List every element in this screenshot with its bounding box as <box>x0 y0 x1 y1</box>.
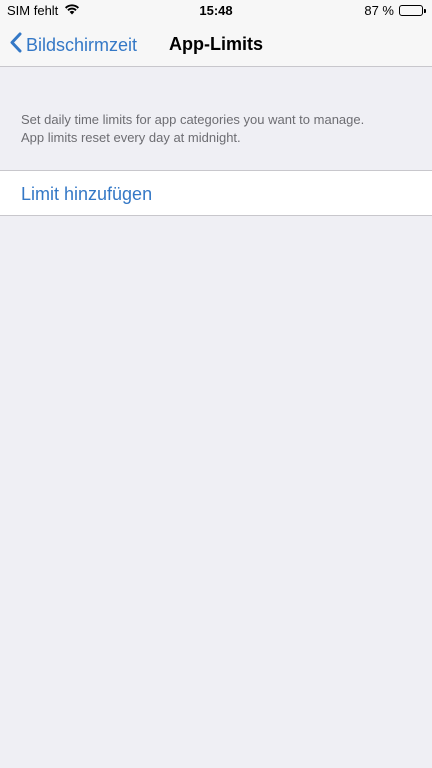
battery-percent: 87 % <box>364 3 394 18</box>
status-right: 87 % <box>364 3 426 18</box>
add-limit-label: Limit hinzufügen <box>21 184 153 204</box>
description-line-1: Set daily time limits for app categories… <box>21 112 365 127</box>
description-text: Set daily time limits for app categories… <box>21 111 416 147</box>
screen: SIM fehlt 15:48 87 % Bildschirmzeit App-… <box>0 0 432 768</box>
status-bar: SIM fehlt 15:48 87 % <box>0 0 432 22</box>
page-title: App-Limits <box>169 34 263 54</box>
add-limit-button[interactable]: Limit hinzufügen <box>0 170 432 216</box>
navigation-bar: Bildschirmzeit App-Limits <box>0 22 432 67</box>
description-line-2: App limits reset every day at midnight. <box>21 130 241 145</box>
battery-icon <box>399 5 426 16</box>
